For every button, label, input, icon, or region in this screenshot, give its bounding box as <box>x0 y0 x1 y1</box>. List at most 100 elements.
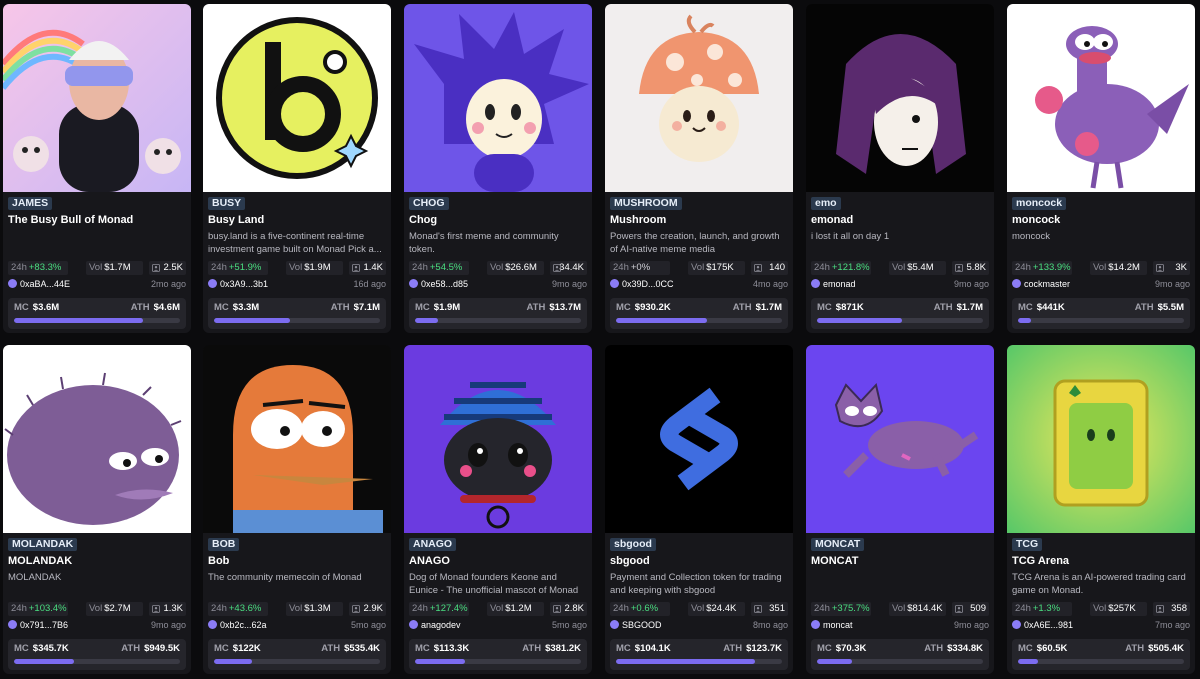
ath-value: $5.5M <box>1157 302 1184 313</box>
creator-link[interactable]: 0x3A9...3b1 <box>208 279 268 289</box>
change-24h-label: 24h <box>211 262 227 273</box>
token-image[interactable] <box>404 4 592 192</box>
market-cap-panel: MC $3.6M ATH $4.6M <box>8 298 186 329</box>
market-cap-panel: MC $104.1K ATH $123.7K <box>610 639 788 670</box>
token-card-sbgood[interactable]: sbgood sbgood Payment and Collection tok… <box>605 345 793 674</box>
token-card-emo[interactable]: emo emonad i lost it all on day 1 24h +12… <box>806 4 994 333</box>
token-description: Powers the creation, launch, and growth … <box>610 231 780 255</box>
token-image[interactable] <box>1007 4 1195 192</box>
mc-progress-fill <box>415 659 465 664</box>
creator-link[interactable]: 0xaBA...44E <box>8 279 70 289</box>
change-24h-label: 24h <box>1015 262 1031 273</box>
token-image[interactable] <box>806 4 994 192</box>
token-image[interactable] <box>404 345 592 533</box>
token-image[interactable] <box>605 4 793 192</box>
mc-progress-fill <box>616 659 756 664</box>
ath-label: ATH <box>933 302 953 313</box>
token-card-moncock[interactable]: moncock moncock moncock 24h +133.9% Vol $1… <box>1007 4 1195 333</box>
market-cap-panel: MC $871K ATH $1.7M <box>811 298 989 329</box>
token-ticker-badge: emo <box>811 197 841 210</box>
market-cap-label: MC <box>1018 302 1033 313</box>
token-description: i lost it all on day 1 <box>811 231 890 242</box>
token-card-moncat[interactable]: MONCAT MONCAT 24h +375.7% Vol $814.4K 509 … <box>806 345 994 674</box>
volume-value: $14.2M <box>1108 262 1140 273</box>
change-24h-value: +54.5% <box>429 262 463 273</box>
creator-link[interactable]: emonad <box>811 279 856 289</box>
ath-label: ATH <box>1125 643 1145 654</box>
all-time-high: ATH $505.4K <box>1125 643 1184 654</box>
token-image[interactable] <box>1007 345 1195 533</box>
boxing-chicken-artwork <box>1007 4 1195 192</box>
token-card-bob[interactable]: BOB Bob The community memecoin of Monad … <box>203 345 391 674</box>
mc-progress-track <box>616 659 782 664</box>
purple-hedgehog-artwork <box>404 4 592 192</box>
token-card-chog[interactable]: CHOG Chog Monad's first meme and communi… <box>404 4 592 333</box>
creator-name: 0xA6E...981 <box>1024 620 1074 630</box>
change-24h-label: 24h <box>613 603 629 614</box>
token-image[interactable] <box>203 345 391 533</box>
holders-stat: 1.3K <box>149 602 186 616</box>
holders-value: 140 <box>769 262 785 273</box>
creator-link[interactable]: 0x39D...0CC <box>610 279 674 289</box>
user-icon <box>754 264 762 272</box>
creator-name: 0xaBA...44E <box>20 279 71 289</box>
volume-label: Vol <box>691 603 705 614</box>
change-24h-value: +375.7% <box>831 603 870 614</box>
token-age: 5mo ago <box>350 620 386 630</box>
ath-value: $1.7M <box>956 302 983 313</box>
token-card-james[interactable]: JAMES The Busy Bull of Monad 24h +83.3% V… <box>3 4 191 333</box>
token-card-anago[interactable]: ANAGO ANAGO Dog of Monad founders Keone … <box>404 345 592 674</box>
creator-link[interactable]: anagodev <box>409 620 461 630</box>
holders-value: 1.3K <box>163 603 183 614</box>
holders-stat: 34.4K <box>550 261 587 275</box>
change-24h-label: 24h <box>412 262 428 273</box>
ath-label: ATH <box>321 643 341 654</box>
volume-label: Vol <box>289 262 303 273</box>
ath-label: ATH <box>330 302 350 313</box>
token-card-tcg[interactable]: TCG TCG Arena TCG Arena is an AI-powered… <box>1007 345 1195 674</box>
creator-link[interactable]: SBGOOD <box>610 620 662 630</box>
mc-progress-fill <box>14 318 144 323</box>
user-icon <box>553 605 561 613</box>
user-icon <box>352 605 360 613</box>
token-image[interactable] <box>3 4 191 192</box>
creator-link[interactable]: 0xb2c...62a <box>208 620 267 630</box>
market-cap-label: MC <box>1018 643 1033 654</box>
change-24h-value: +133.9% <box>1032 262 1071 273</box>
creator-avatar <box>409 279 418 288</box>
creator-link[interactable]: 0x791...7B6 <box>8 620 68 630</box>
creator-link[interactable]: 0xe58...d85 <box>409 279 468 289</box>
creator-link[interactable]: cockmaster <box>1012 279 1070 289</box>
market-cap: MC $60.5K <box>1018 643 1067 654</box>
token-image[interactable] <box>605 345 793 533</box>
volume-label: Vol <box>892 603 906 614</box>
volume-stat: Vol $257K <box>1090 602 1147 616</box>
token-image[interactable] <box>806 345 994 533</box>
market-cap-label: MC <box>817 302 832 313</box>
token-age: 8mo ago <box>752 620 788 630</box>
purple-cat-sketch-artwork <box>806 345 994 533</box>
market-cap-panel: MC $345.7K ATH $949.5K <box>8 639 186 670</box>
market-cap-panel: MC $122K ATH $535.4K <box>208 639 386 670</box>
creator-link[interactable]: 0xA6E...981 <box>1012 620 1073 630</box>
holders-stat: 509 <box>952 602 989 616</box>
creator-name: SBGOOD <box>622 620 662 630</box>
token-card-busy[interactable]: BUSY Busy Land busy.land is a five-conti… <box>203 4 391 333</box>
market-cap: MC $441K <box>1018 302 1065 313</box>
token-card-molandak[interactable]: MOLANDAK MOLANDAK MOLANDAK 24h +103.4% Vo… <box>3 345 191 674</box>
creator-link[interactable]: moncat <box>811 620 853 630</box>
token-description: MOLANDAK <box>8 572 62 583</box>
token-name: emonad <box>811 214 854 226</box>
token-image[interactable] <box>3 345 191 533</box>
token-image[interactable] <box>203 4 391 192</box>
user-icon <box>754 605 762 613</box>
mc-progress-track <box>817 659 983 664</box>
purple-hedgehog-pepe-artwork <box>3 345 191 533</box>
token-age: 9mo ago <box>551 279 587 289</box>
token-card-mushroom[interactable]: MUSHROOM Mushroom Powers the creation, l… <box>605 4 793 333</box>
ath-label: ATH <box>723 643 743 654</box>
creator-avatar <box>8 620 17 629</box>
market-cap-label: MC <box>817 643 832 654</box>
token-description: The community memecoin of Monad <box>208 572 362 583</box>
change-24h-value: +127.4% <box>429 603 468 614</box>
